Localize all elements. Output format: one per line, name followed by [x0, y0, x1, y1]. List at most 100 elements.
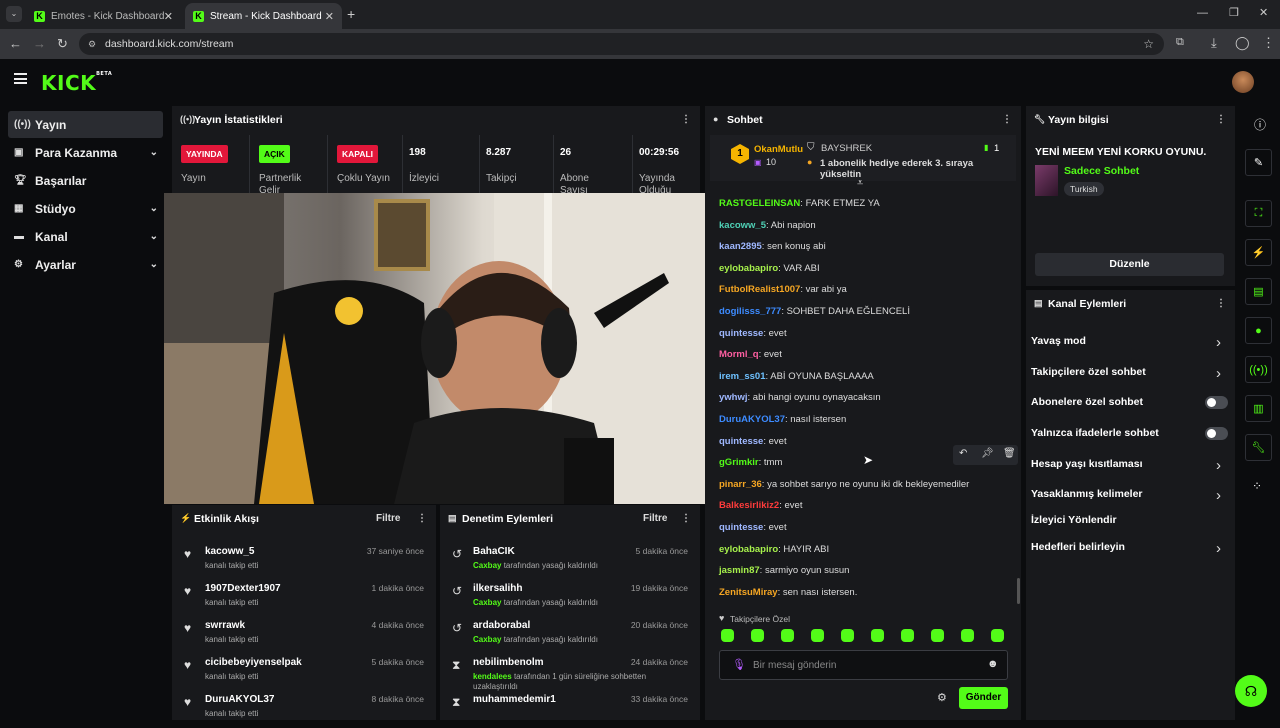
info-icon[interactable]: ⓘ	[1254, 116, 1266, 133]
maximize-window-icon[interactable]: ❐	[1229, 6, 1239, 19]
moderation-item[interactable]: ↺ ilkersalihh Caxbay tarafından yasağı kal…	[440, 580, 700, 617]
hamburger-menu-icon[interactable]	[14, 73, 27, 84]
emote-icon[interactable]	[721, 629, 734, 642]
chat-message[interactable]: jasmin87: sarmiyo oyun susun	[719, 565, 849, 576]
chevron-right-icon[interactable]: ›	[1216, 457, 1221, 474]
chat-username[interactable]: gGrimkir	[719, 457, 759, 468]
rail-lightning-icon[interactable]: ⚡	[1245, 239, 1272, 266]
chat-message[interactable]: RASTGELEINSAN: FARK ETMEZ YA	[719, 198, 880, 209]
toggle-switch[interactable]	[1205, 427, 1228, 440]
close-window-icon[interactable]: ✕	[1259, 6, 1268, 19]
kick-logo[interactable]: KICKBETA	[41, 71, 112, 95]
chat-username[interactable]: kaan2895	[719, 241, 762, 252]
rail-layout-icon[interactable]: ▥	[1245, 395, 1272, 422]
chat-username[interactable]: RASTGELEINSAN	[719, 198, 800, 209]
more-options-icon[interactable]: ⋮	[1216, 298, 1226, 309]
back-icon[interactable]: ←	[9, 36, 22, 51]
chat-username[interactable]: irem_ss01	[719, 371, 765, 382]
microphone-icon[interactable]: 🎙︎	[732, 658, 746, 671]
more-options-icon[interactable]: ⋮	[417, 513, 427, 524]
chat-message[interactable]: Balkesirlikiz2: evet	[719, 500, 802, 511]
more-options-icon[interactable]: ⋮	[681, 513, 691, 524]
leader-username[interactable]: OkanMutlu	[754, 144, 803, 155]
chat-username[interactable]: ZenitsuMiray	[719, 587, 778, 598]
site-info-icon[interactable]: ⚙	[88, 33, 96, 55]
rail-document-icon[interactable]: ▤	[1245, 278, 1272, 305]
emote-icon[interactable]	[781, 629, 794, 642]
chat-message[interactable]: ywhwj: abi hangi oyunu oynayacaksın	[719, 392, 881, 403]
chat-message[interactable]: ZenitsuMiray: sen nası istersen.	[719, 587, 857, 598]
filter-button[interactable]: Filtre	[643, 513, 667, 524]
emote-icon[interactable]	[961, 629, 974, 642]
chat-settings-icon[interactable]: ⚙	[937, 691, 947, 704]
emote-icon[interactable]	[841, 629, 854, 642]
browser-menu-icon[interactable]: ⋮	[1262, 35, 1275, 51]
chat-message[interactable]: DuruAKYOL37: nasıl istersen	[719, 414, 846, 425]
sidebar-item-yayin[interactable]: ((•)) Yayın	[8, 111, 163, 138]
chat-username[interactable]: quintesse	[719, 522, 763, 533]
delete-icon[interactable]: 🗑︎	[1003, 448, 1016, 459]
pinned-collapse-icon[interactable]: ⩡	[857, 177, 863, 190]
more-options-icon[interactable]: ⋮	[1216, 114, 1226, 125]
extensions-icon[interactable]: ⧉	[1176, 36, 1184, 49]
minimize-window-icon[interactable]: —	[1197, 7, 1208, 19]
support-headset-icon[interactable]: ☊	[1235, 675, 1267, 707]
chat-message[interactable]: Morml_q: evet	[719, 349, 782, 360]
channel-action-item[interactable]: Hesap yaşı kısıtlaması	[1031, 458, 1143, 470]
emote-icon[interactable]	[751, 629, 764, 642]
chat-input[interactable]: 🎙︎ Bir mesaj gönderin ☻	[719, 650, 1008, 680]
chat-message[interactable]: dogilisss_777: SOHBET DAHA EĞLENCELİ	[719, 306, 910, 317]
more-options-icon[interactable]: ⋮	[681, 114, 691, 125]
chat-username[interactable]: Morml_q	[719, 349, 759, 360]
emote-icon[interactable]	[901, 629, 914, 642]
chat-username[interactable]: kacoww_5	[719, 220, 766, 231]
activity-item[interactable]: ♥ kacoww_5 kanalı takip etti 37 saniye önce	[172, 543, 436, 580]
filter-button[interactable]: Filtre	[376, 513, 400, 524]
channel-action-item[interactable]: Yalnızca ifadelerle sohbet	[1031, 427, 1159, 439]
rail-broadcast-icon[interactable]: ((•))	[1245, 356, 1272, 383]
toggle-switch[interactable]	[1205, 396, 1228, 409]
tab-list-dropdown-icon[interactable]: ⌄	[6, 6, 22, 22]
chevron-right-icon[interactable]: ›	[1216, 365, 1221, 382]
chat-message[interactable]: quintesse: evet	[719, 436, 787, 447]
rail-chat-icon[interactable]: ●	[1245, 317, 1272, 344]
moderation-item[interactable]: ↺ ardaborabal Caxbay tarafından yasağı kal…	[440, 617, 700, 654]
rail-scan-icon[interactable]: ⛶	[1245, 200, 1272, 227]
channel-action-item[interactable]: Yavaş mod	[1031, 335, 1086, 347]
activity-item[interactable]: ♥ 1907Dexter1907 kanalı takip etti 1 dakika…	[172, 580, 436, 617]
chat-username[interactable]: DuruAKYOL37	[719, 414, 785, 425]
stream-video-preview[interactable]	[164, 193, 714, 504]
chat-username[interactable]: pinarr_36	[719, 479, 762, 490]
channel-action-item[interactable]: Abonelere özel sohbet	[1031, 396, 1143, 408]
chat-message[interactable]: gGrimkir: tmm	[719, 457, 782, 468]
send-button[interactable]: Gönder	[959, 687, 1008, 709]
emote-icon[interactable]	[871, 629, 884, 642]
edit-stream-button[interactable]: Düzenle	[1035, 253, 1224, 276]
chat-scrollbar[interactable]	[1017, 578, 1020, 604]
close-tab-icon[interactable]: ✕	[164, 10, 173, 23]
chat-username[interactable]: dogilisss_777	[719, 306, 781, 317]
category-name[interactable]: Sadece Sohbet	[1064, 165, 1139, 177]
chat-message[interactable]: kacoww_5: Abi napion	[719, 220, 816, 231]
chat-username[interactable]: ywhwj	[719, 392, 748, 403]
moderation-item[interactable]: ⧗ nebilimbenolm kendalees tarafından 1 gün…	[440, 654, 700, 691]
chat-username[interactable]: jasmin87	[719, 565, 760, 576]
profile-icon[interactable]: ◯	[1235, 35, 1250, 51]
pin-icon[interactable]: 📌︎	[981, 448, 994, 459]
sidebar-item-studyo[interactable]: ▦ Stüdyo ⌄	[8, 195, 163, 222]
rail-edit-icon[interactable]: ✎	[1245, 149, 1272, 176]
sidebar-item-kanal[interactable]: ▬ Kanal ⌄	[8, 223, 163, 250]
chat-username[interactable]: FutbolRealist1007	[719, 284, 800, 295]
moderation-item[interactable]: ⧗ muhammedemir1 33 dakika önce	[440, 691, 700, 728]
channel-action-item[interactable]: Takipçilere özel sohbet	[1031, 366, 1146, 378]
chat-username[interactable]: quintesse	[719, 436, 763, 447]
download-icon[interactable]: ⤓	[1211, 35, 1217, 51]
browser-tab-emotes[interactable]: K Emotes - Kick Dashboard ✕	[26, 3, 181, 29]
chevron-right-icon[interactable]: ›	[1216, 540, 1221, 557]
chat-username[interactable]: eylobabapiro	[719, 263, 778, 274]
chat-username[interactable]: quintesse	[719, 328, 763, 339]
activity-item[interactable]: ♥ swrrawk kanalı takip etti 4 dakika önce	[172, 617, 436, 654]
emote-icon[interactable]	[991, 629, 1004, 642]
chat-message[interactable]: eylobabapiro: VAR ABI	[719, 263, 820, 274]
emote-icon[interactable]	[931, 629, 944, 642]
